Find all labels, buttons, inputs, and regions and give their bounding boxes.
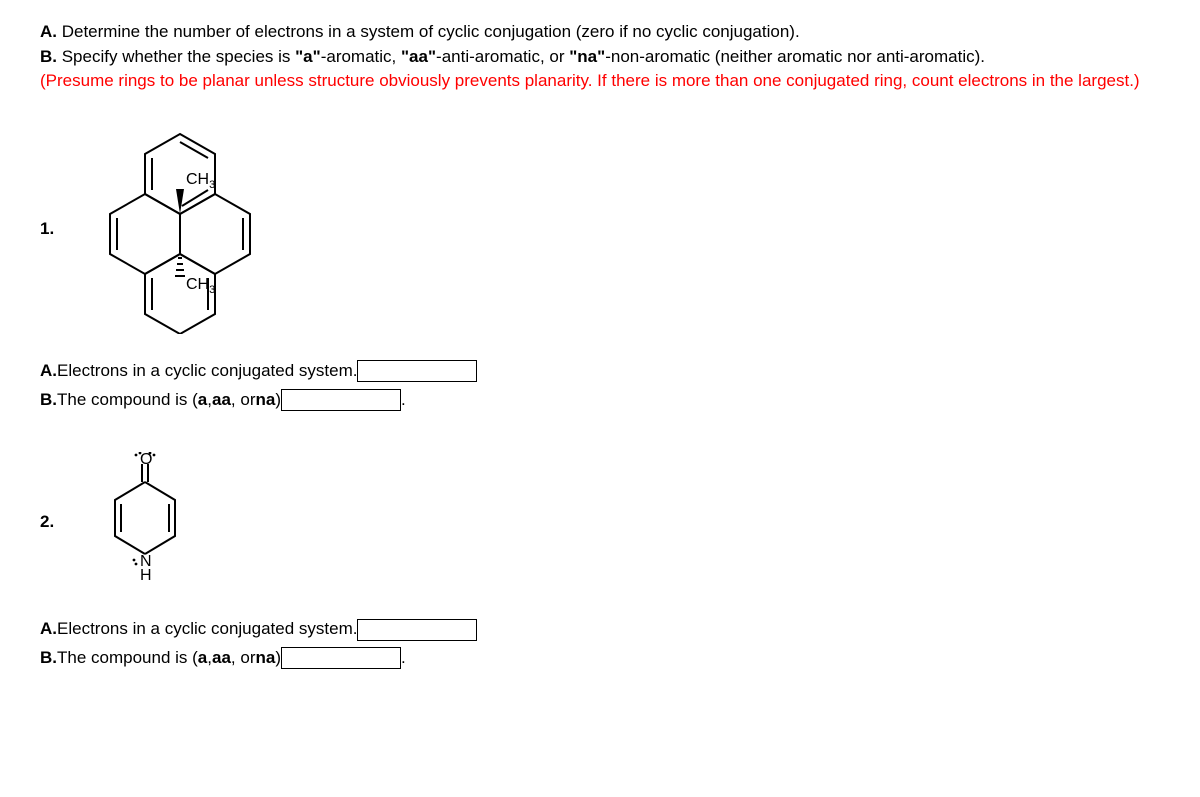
problem-1-answer-b: B.The compound is (a, aa, or na) . xyxy=(40,388,1160,413)
instructions: A. Determine the number of electrons in … xyxy=(40,20,1160,94)
problem-1-input-electrons[interactable] xyxy=(357,360,477,382)
instruction-line-b: B. Specify whether the species is "a"-ar… xyxy=(40,45,1160,70)
oxygen-label: O xyxy=(140,452,152,468)
instruction-line-a: A. Determine the number of electrons in … xyxy=(40,20,1160,45)
problem-1: 1. xyxy=(40,124,1160,412)
text-a: Determine the number of electrons in a s… xyxy=(57,22,800,41)
problem-2-input-aromaticity[interactable] xyxy=(281,647,401,669)
hydrogen-label: H xyxy=(140,567,152,584)
problem-2-input-electrons[interactable] xyxy=(357,619,477,641)
problem-1-structure: CH3 CH3 xyxy=(90,124,270,334)
label-b: B. xyxy=(40,47,57,66)
problem-2-number: 2. xyxy=(40,510,90,535)
label-a: A. xyxy=(40,22,57,41)
problem-1-number: 1. xyxy=(40,217,90,242)
problem-2: 2. O xyxy=(40,452,1160,670)
problem-2-structure: O N H xyxy=(90,452,200,592)
problem-1-answer-a: A.Electrons in a cyclic conjugated syste… xyxy=(40,359,1160,384)
problem-2-answer-a: A.Electrons in a cyclic conjugated syste… xyxy=(40,617,1160,642)
ch3-bot-label: CH3 xyxy=(186,276,215,296)
ch3-top-label: CH3 xyxy=(186,171,215,191)
instruction-red-note: (Presume rings to be planar unless struc… xyxy=(40,69,1160,94)
problem-2-answer-b: B.The compound is (a, aa, or na) . xyxy=(40,646,1160,671)
problem-1-input-aromaticity[interactable] xyxy=(281,389,401,411)
